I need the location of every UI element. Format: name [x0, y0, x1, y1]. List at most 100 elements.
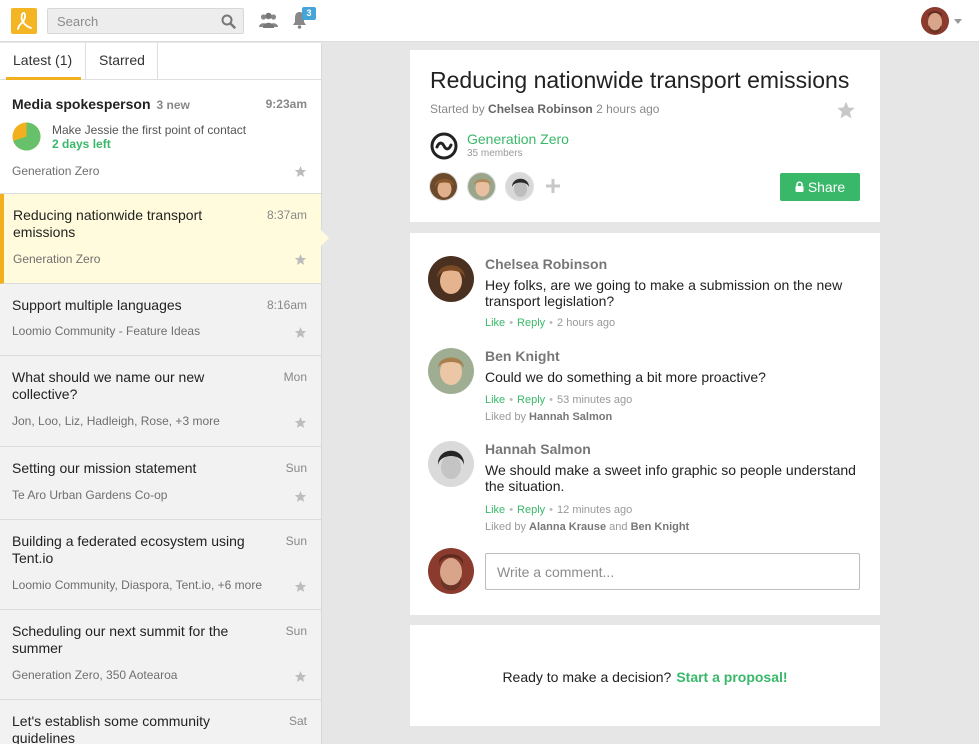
star-icon[interactable]: [294, 670, 307, 683]
member-avatar-image: [430, 173, 457, 200]
separator-dot: •: [549, 504, 554, 516]
list-item-title: Reducing nationwide transport emissions: [13, 207, 203, 240]
list-item[interactable]: Support multiple languages 8:16am Loomio…: [0, 284, 321, 356]
logo-glyph-icon: [17, 12, 32, 30]
tab-starred[interactable]: Starred: [85, 43, 158, 80]
comment-actions: Like • Reply • 53 minutes ago: [485, 394, 632, 406]
star-icon[interactable]: [294, 253, 307, 266]
comment-author-avatar[interactable]: [428, 348, 474, 394]
search-box[interactable]: [47, 8, 244, 34]
separator-dot: •: [549, 317, 554, 329]
search-icon[interactable]: [221, 14, 236, 29]
list-item-group: Generation Zero: [13, 252, 101, 266]
group-logo-icon[interactable]: [430, 132, 458, 160]
list-item[interactable]: Scheduling our next summit for the summe…: [0, 610, 321, 700]
started-when: 2 hours ago: [596, 102, 660, 116]
like-link[interactable]: Like: [485, 394, 505, 406]
like-link[interactable]: Like: [485, 504, 505, 516]
list-item[interactable]: Setting our mission statement Sun Te Aro…: [0, 447, 321, 520]
member-avatar-image: [468, 173, 495, 200]
star-icon[interactable]: [294, 326, 307, 339]
liked-by-name[interactable]: Ben Knight: [631, 521, 690, 533]
share-button[interactable]: Share: [780, 173, 860, 201]
started-prefix: Started by: [430, 102, 485, 116]
list-item-time: Sun: [285, 461, 307, 475]
list-item-title: Support multiple languages: [12, 297, 182, 313]
inbox-sidebar: Latest (1) Starred Media spokesperson 3 n…: [0, 43, 322, 744]
proposal-prompt: Ready to make a decision?: [502, 669, 672, 685]
star-icon[interactable]: [294, 580, 307, 593]
search-input[interactable]: [48, 9, 218, 33]
comment-avatar-image: [428, 256, 474, 302]
comment-author[interactable]: Chelsea Robinson: [485, 256, 607, 272]
top-bar: 3: [0, 0, 979, 42]
member-avatar[interactable]: [429, 172, 458, 201]
proposal-time-left: 2 days left: [52, 137, 111, 151]
liked-by-name[interactable]: Alanna Krause: [529, 521, 606, 533]
comment-author-avatar[interactable]: [428, 256, 474, 302]
comment-avatar-image: [428, 348, 474, 394]
group-name-link[interactable]: Generation Zero: [467, 131, 569, 147]
list-item-group: Loomio Community - Feature Ideas: [12, 324, 201, 338]
list-item[interactable]: Let's establish some community guideline…: [0, 700, 321, 744]
loomio-logo[interactable]: [11, 8, 37, 34]
comment-actions: Like • Reply • 2 hours ago: [485, 317, 615, 329]
reply-link[interactable]: Reply: [517, 504, 545, 516]
star-icon[interactable]: [294, 165, 307, 178]
separator-dot: •: [509, 504, 514, 516]
member-avatar[interactable]: [467, 172, 496, 201]
reply-link[interactable]: Reply: [517, 394, 545, 406]
list-item-title: Scheduling our next summit for the summe…: [12, 623, 229, 656]
proposal-prompt-line: Ready to make a decision? Start a proposa…: [410, 669, 880, 685]
separator-dot: •: [509, 317, 514, 329]
sidebar-tabs: Latest (1) Starred: [0, 43, 321, 80]
share-button-label: Share: [807, 179, 846, 195]
star-icon[interactable]: [294, 490, 307, 503]
liked-prefix: Liked by: [485, 411, 526, 423]
list-item-active[interactable]: Reducing nationwide transport emissions …: [0, 194, 321, 284]
list-item-time: 8:37am: [266, 208, 307, 222]
list-item-time: Sun: [285, 624, 307, 638]
liked-by-name[interactable]: Hannah Salmon: [529, 411, 612, 423]
list-item[interactable]: Building a federated ecosystem using Ten…: [0, 520, 321, 610]
comment-author-avatar[interactable]: [428, 441, 474, 487]
start-proposal-link[interactable]: Start a proposal!: [676, 669, 787, 685]
list-item-group: Te Aro Urban Gardens Co-op: [12, 488, 168, 502]
proposal-pie-icon: [12, 122, 41, 151]
list-item-group: Generation Zero: [12, 164, 100, 178]
notification-count-badge[interactable]: 3: [302, 7, 316, 20]
comment-input[interactable]: [485, 553, 860, 590]
member-avatar[interactable]: [505, 172, 534, 201]
comment-author[interactable]: Ben Knight: [485, 348, 560, 364]
list-item-group: Generation Zero, 350 Aotearoa: [12, 668, 178, 682]
list-item-time: Sat: [288, 714, 307, 728]
list-item-time: Sun: [285, 534, 307, 548]
list-item[interactable]: What should we name our new collective? …: [0, 356, 321, 447]
discussion-header-card: Reducing nationwide transport emissions …: [410, 50, 880, 222]
star-discussion-icon[interactable]: [836, 100, 856, 120]
user-avatar[interactable]: [921, 7, 949, 35]
lock-icon: [795, 181, 804, 192]
discussion-started-by: Started by Chelsea Robinson 2 hours ago: [430, 102, 659, 116]
add-member-icon[interactable]: [546, 179, 560, 193]
list-item-time: 8:16am: [266, 298, 307, 312]
list-item-title: Setting our mission statement: [12, 460, 197, 476]
started-author[interactable]: Chelsea Robinson: [488, 102, 593, 116]
list-item-title: Let's establish some community guideline…: [12, 713, 210, 744]
chevron-down-icon[interactable]: [954, 19, 962, 24]
groups-icon[interactable]: [259, 12, 278, 28]
active-item-pointer: [321, 230, 329, 246]
new-count: 3 new: [156, 98, 190, 112]
reply-link[interactable]: Reply: [517, 317, 545, 329]
comment-author[interactable]: Hannah Salmon: [485, 441, 591, 457]
like-link[interactable]: Like: [485, 317, 505, 329]
tab-latest[interactable]: Latest (1): [0, 43, 87, 80]
list-item-media-spokesperson[interactable]: Media spokesperson 3 new 9:23am Make Jess…: [0, 80, 321, 194]
current-user-avatar: [428, 548, 474, 594]
star-icon[interactable]: [294, 416, 307, 429]
member-avatar-image: [506, 173, 533, 200]
comment-time: 12 minutes ago: [557, 504, 633, 516]
liked-prefix: Liked by: [485, 521, 526, 533]
comment-time: 2 hours ago: [557, 317, 616, 329]
liked-and: and: [609, 521, 628, 533]
